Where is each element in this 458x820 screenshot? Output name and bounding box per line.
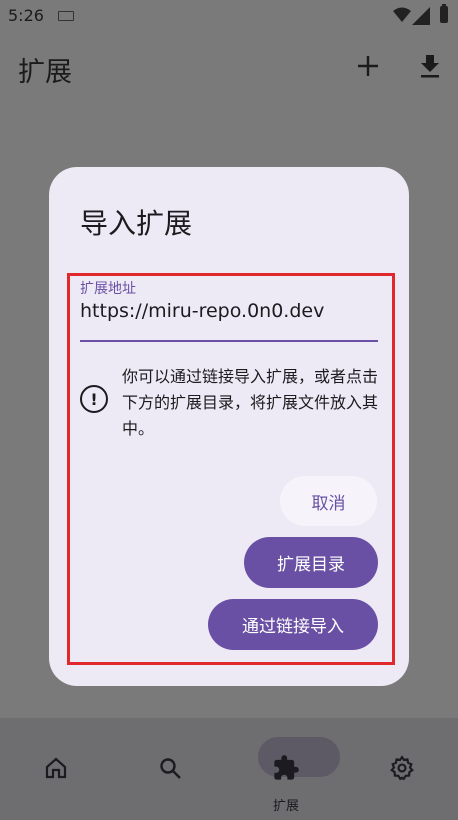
import-extension-dialog: 导入扩展 扩展地址 https://miru-repo.0n0.dev ! 你可… bbox=[49, 167, 409, 686]
info-text: 你可以通过链接导入扩展，或者点击下方的扩展目录，将扩展文件放入其中。 bbox=[122, 367, 379, 438]
input-underline bbox=[80, 340, 378, 342]
keyboard-icon bbox=[58, 11, 74, 21]
search-icon bbox=[156, 754, 184, 782]
cancel-button[interactable]: 取消 bbox=[280, 476, 377, 526]
add-icon[interactable] bbox=[348, 46, 388, 86]
info-icon: ! bbox=[80, 385, 108, 413]
nav-item-home[interactable] bbox=[42, 718, 70, 820]
bottom-navigation: 扩展 bbox=[0, 718, 458, 820]
battery-icon bbox=[440, 4, 448, 23]
nav-item-settings[interactable] bbox=[388, 718, 416, 820]
status-bar: 5:26 bbox=[0, 0, 458, 32]
download-icon[interactable] bbox=[410, 46, 450, 86]
nav-label-extensions: 扩展 bbox=[272, 799, 299, 814]
dialog-title: 导入扩展 bbox=[80, 207, 193, 240]
extension-url-input[interactable]: https://miru-repo.0n0.dev bbox=[80, 300, 375, 322]
nav-item-extensions[interactable]: 扩展 bbox=[258, 718, 340, 820]
wifi-icon bbox=[393, 7, 411, 22]
nav-item-search[interactable] bbox=[156, 718, 184, 820]
extension-url-label: 扩展地址 bbox=[80, 281, 136, 297]
status-time: 5:26 bbox=[8, 6, 44, 25]
page-title: 扩展 bbox=[18, 57, 72, 88]
extension-catalog-button[interactable]: 扩展目录 bbox=[244, 537, 378, 588]
extension-icon bbox=[272, 754, 300, 782]
home-icon bbox=[42, 754, 70, 782]
signal-icon bbox=[412, 7, 430, 25]
settings-icon bbox=[388, 754, 416, 782]
import-by-link-button[interactable]: 通过链接导入 bbox=[208, 599, 378, 650]
